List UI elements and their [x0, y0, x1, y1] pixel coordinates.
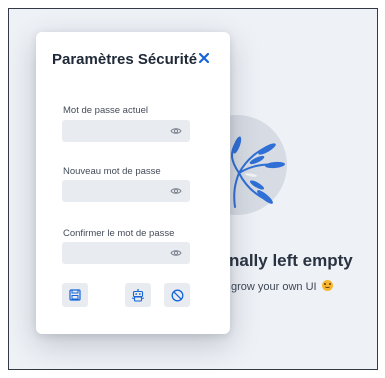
dialog-title: Paramètres Sécurité	[52, 51, 198, 68]
empty-state-title: nally left empty	[229, 251, 353, 270]
ban-icon	[171, 289, 183, 301]
password-generator-button[interactable]	[125, 283, 151, 307]
security-settings-dialog: Paramètres Sécurité Mot de passe actuel …	[36, 32, 230, 334]
robot-icon	[131, 288, 145, 302]
floppy-disk-icon	[69, 289, 81, 301]
eye-icon[interactable]	[170, 187, 182, 195]
cancel-button[interactable]	[164, 283, 190, 307]
save-button[interactable]	[62, 283, 88, 307]
empty-state-subtitle-text: grow your own UI	[231, 281, 317, 293]
current-password-label: Mot de passe actuel	[63, 105, 149, 116]
eye-icon[interactable]	[170, 127, 182, 135]
smiling-face-emoji-icon	[321, 280, 333, 291]
close-icon[interactable]	[197, 51, 211, 65]
empty-state-subtitle: grow your own UI	[231, 280, 333, 293]
new-password-label: Nouveau mot de passe	[63, 166, 161, 177]
confirm-password-label: Confirmer le mot de passe	[63, 228, 175, 239]
eye-icon[interactable]	[170, 249, 182, 257]
